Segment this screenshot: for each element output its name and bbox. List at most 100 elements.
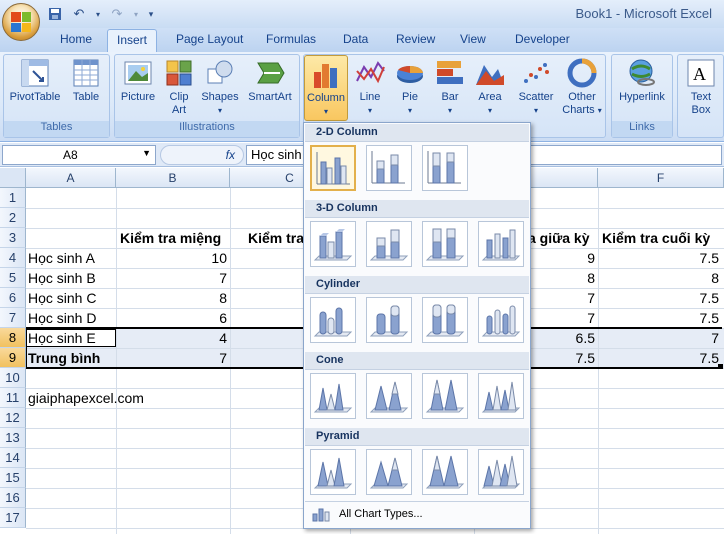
row-header[interactable]: 3 <box>0 228 26 248</box>
text-box-button[interactable]: A Text Box <box>681 57 721 117</box>
tab-developer[interactable]: Developer <box>515 32 570 46</box>
tab-home[interactable]: Home <box>60 32 92 46</box>
cell-value[interactable]: 7.5 <box>598 348 722 368</box>
cell-value[interactable]: 4 <box>116 328 230 348</box>
column-chart-button[interactable]: Column ▾ <box>304 55 348 121</box>
fill-handle[interactable] <box>718 364 723 369</box>
tab-view[interactable]: View <box>460 32 486 46</box>
smartart-button[interactable]: SmartArt <box>243 57 297 104</box>
tab-formulas[interactable]: Formulas <box>266 32 316 46</box>
column-header-b[interactable]: B <box>116 168 230 188</box>
undo-dropdown-icon[interactable]: ▾ <box>94 5 102 23</box>
insert-function-button[interactable]: fx <box>160 145 244 165</box>
cell-value[interactable]: 7.5 <box>598 308 722 328</box>
3d-100-stacked-column-option[interactable] <box>422 221 468 267</box>
note-cell[interactable]: giaiphapexcel.com <box>28 388 228 408</box>
row-header[interactable]: 17 <box>0 508 26 528</box>
header-cell[interactable]: a giữa kỳ <box>528 228 598 248</box>
chevron-down-icon[interactable]: ▼ <box>142 148 151 158</box>
cell-value[interactable]: 8 <box>598 268 722 288</box>
cell-value[interactable]: 7.5 <box>598 288 722 308</box>
tab-review[interactable]: Review <box>396 32 435 46</box>
row-header[interactable]: 2 <box>0 208 26 228</box>
active-cell[interactable]: Học sinh E <box>28 328 116 348</box>
row-header[interactable]: 1 <box>0 188 26 208</box>
column-header-f[interactable]: F <box>598 168 724 188</box>
clip-art-button[interactable]: Clip Art <box>162 57 196 117</box>
clustered-cylinder-option[interactable] <box>310 297 356 343</box>
cell-value[interactable]: 8 <box>116 288 230 308</box>
row-header[interactable]: 9 <box>0 348 26 368</box>
office-button[interactable] <box>2 3 40 41</box>
stacked-cone-option[interactable] <box>366 373 412 419</box>
3d-stacked-column-option[interactable] <box>366 221 412 267</box>
column-header-a[interactable]: A <box>26 168 116 188</box>
area-chart-button[interactable]: Area ▾ <box>472 57 508 117</box>
clustered-pyramid-option[interactable] <box>310 449 356 495</box>
save-icon[interactable] <box>46 5 64 23</box>
tab-insert[interactable]: Insert <box>107 29 158 53</box>
scatter-chart-button[interactable]: Scatter ▾ <box>514 57 558 117</box>
undo-icon[interactable]: ↶ <box>70 5 88 23</box>
3d-clustered-column-option[interactable] <box>310 221 356 267</box>
row-header[interactable]: 4 <box>0 248 26 268</box>
cell-value[interactable]: 7 <box>598 328 722 348</box>
bar-chart-button[interactable]: Bar ▾ <box>432 57 468 117</box>
line-chart-button[interactable]: Line ▾ <box>352 57 388 117</box>
3d-column-option[interactable] <box>478 221 524 267</box>
select-all-corner[interactable] <box>0 168 26 188</box>
header-cell[interactable]: Kiểm tra cuối kỳ <box>602 228 722 248</box>
3d-pyramid-option[interactable] <box>478 449 524 495</box>
header-cell[interactable]: Kiểm tra <box>248 228 308 248</box>
table-button[interactable]: Table <box>66 57 106 104</box>
100-stacked-cylinder-option[interactable] <box>422 297 468 343</box>
cell-name[interactable]: Học sinh A <box>28 248 116 268</box>
stacked-pyramid-option[interactable] <box>366 449 412 495</box>
pivottable-button[interactable]: PivotTable <box>7 57 63 104</box>
cell-value[interactable]: 7 <box>116 348 230 368</box>
stacked-column-option[interactable] <box>366 145 412 191</box>
stacked-cylinder-option[interactable] <box>366 297 412 343</box>
header-cell[interactable]: Kiểm tra miệng <box>120 228 228 248</box>
row-header[interactable]: 11 <box>0 388 26 408</box>
hyperlink-button[interactable]: Hyperlink <box>614 57 670 104</box>
row-header[interactable]: 5 <box>0 268 26 288</box>
row-header[interactable]: 12 <box>0 408 26 428</box>
picture-button[interactable]: Picture <box>118 57 158 104</box>
all-chart-types-button[interactable]: All Chart Types... <box>305 501 529 527</box>
100-stacked-column-option[interactable] <box>422 145 468 191</box>
cell-name[interactable]: Học sinh D <box>28 308 116 328</box>
office-logo-icon <box>11 12 31 32</box>
other-charts-button[interactable]: Other Charts ▾ <box>560 57 604 117</box>
row-header[interactable]: 14 <box>0 448 26 468</box>
row-header[interactable]: 7 <box>0 308 26 328</box>
shapes-button[interactable]: Shapes ▾ <box>199 57 241 117</box>
row-header[interactable]: 10 <box>0 368 26 388</box>
3d-cylinder-option[interactable] <box>478 297 524 343</box>
cell-value[interactable]: 7.5 <box>598 248 722 268</box>
pivottable-icon <box>19 57 51 89</box>
row-header[interactable]: 16 <box>0 488 26 508</box>
redo-icon[interactable]: ↷ <box>108 5 126 23</box>
row-header[interactable]: 8 <box>0 328 26 348</box>
row-header[interactable]: 13 <box>0 428 26 448</box>
100-stacked-pyramid-option[interactable] <box>422 449 468 495</box>
clustered-column-option[interactable] <box>310 145 356 191</box>
cell-name[interactable]: Trung bình <box>28 348 116 368</box>
row-header[interactable]: 6 <box>0 288 26 308</box>
cell-value[interactable]: 7 <box>116 268 230 288</box>
cell-name[interactable]: Học sinh B <box>28 268 116 288</box>
row-header[interactable]: 15 <box>0 468 26 488</box>
pie-chart-button[interactable]: Pie ▾ <box>392 57 428 117</box>
clustered-cone-option[interactable] <box>310 373 356 419</box>
100-stacked-cone-option[interactable] <box>422 373 468 419</box>
cell-name[interactable]: Học sinh C <box>28 288 116 308</box>
tab-page-layout[interactable]: Page Layout <box>176 32 243 46</box>
cell-value[interactable]: 10 <box>116 248 230 268</box>
tab-data[interactable]: Data <box>343 32 368 46</box>
customize-icon[interactable]: ▾ <box>146 5 156 23</box>
cell-value[interactable]: 6 <box>116 308 230 328</box>
name-box[interactable]: A8 ▼ <box>2 145 156 165</box>
redo-dropdown-icon[interactable]: ▾ <box>132 5 140 23</box>
3d-cone-option[interactable] <box>478 373 524 419</box>
